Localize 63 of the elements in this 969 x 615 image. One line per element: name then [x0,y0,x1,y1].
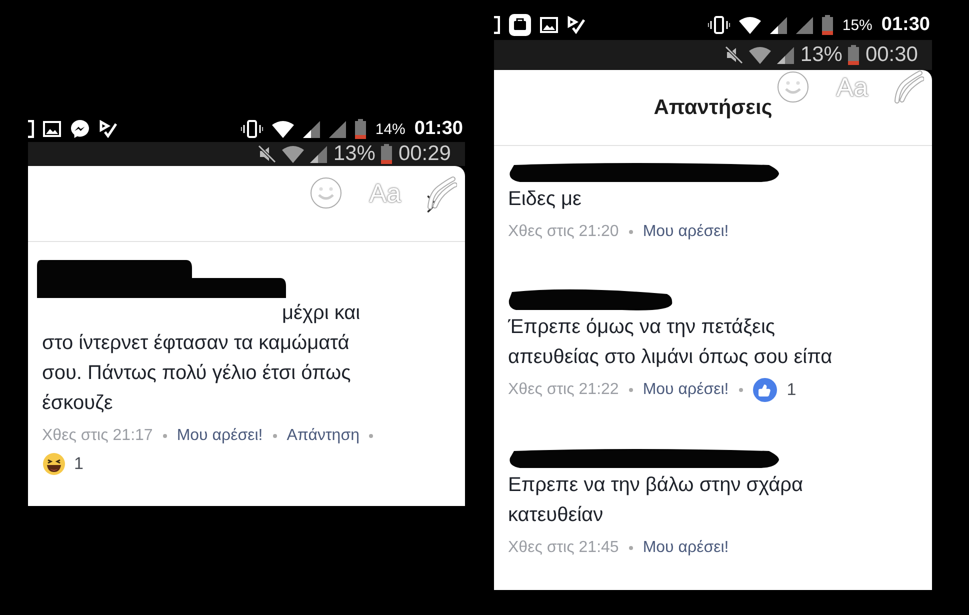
check-icon [99,120,117,138]
battery-level: 14% [375,120,406,138]
smiley-icon[interactable] [776,70,810,104]
comment-text: Έπρεπε όμως να την πετάξεις απευθείας στο λιμάνι όπως σου είπα [508,315,834,370]
reaction-count: 1 [786,380,796,400]
laughing-emoji-icon [42,452,66,476]
pen-icon[interactable] [427,176,457,210]
signal-icon [777,46,794,64]
wifi-icon [739,16,762,34]
signal-icon [770,16,788,34]
battery-icon [848,45,860,66]
smiley-icon[interactable] [309,176,344,210]
comment-text: Επρεπε να την βάλω στην σχάρα κατευθείαν [508,473,804,528]
separator-dot [628,546,633,550]
image-icon [540,17,558,34]
vibrate-icon [708,16,730,34]
like-reaction-icon [752,378,777,402]
battery-icon [381,144,392,164]
comment-action-link[interactable]: Μου αρέσει! [176,427,263,445]
chat-bubble-icon [70,119,90,139]
comment-text: Ειδες με [508,187,582,212]
battery-icon [822,15,834,36]
clock-time: 01:30 [881,14,930,36]
page-title: Απαντήσεις [654,96,772,120]
briefcase-icon [509,14,531,36]
vibrate-icon [241,120,264,138]
separator-dot [272,434,277,438]
signal-icon [303,120,320,138]
wifi-icon [282,146,304,162]
battery-level: 15% [842,16,872,34]
comment-time: Χθες στις 21:45 [508,539,619,557]
check-icon [567,16,585,34]
comment-action-link[interactable]: Απάντηση [286,427,360,445]
comment-action-link[interactable]: Μου αρέσει! [642,381,729,399]
separator-dot [369,434,374,438]
reaction-count: 1 [74,454,84,474]
comment-time: Χθες στις 21:20 [508,223,619,241]
wifi-icon [749,46,772,64]
signal-icon [329,120,346,138]
battery-level: 13% [333,142,376,166]
comment-action-link[interactable]: Μου αρέσει! [642,223,729,241]
separator-dot [628,388,633,392]
wifi-icon [272,120,294,138]
mute-icon [258,145,276,163]
signal-icon [310,146,328,162]
clock-time: 00:29 [398,142,451,166]
comment-time: Χθες στις 21:17 [42,427,153,445]
battery-level: 13% [800,43,842,68]
clock-time: 00:30 [865,43,918,68]
comment-time: Χθες στις 21:22 [508,381,619,399]
signal-icon [796,16,814,34]
comment-action-link[interactable]: Μου αρέσει! [642,539,729,557]
battery-icon [355,119,366,139]
comment-text: μέχρι και στο ίντερνετ έφτασαν τα καμώματά σου. Πάντως πολύ γέλιο έτσι όπως έσκουζε [42,301,362,416]
separator-dot [162,434,167,438]
image-icon [43,121,61,137]
pen-icon[interactable] [894,70,924,104]
mute-icon [725,46,744,64]
separator-dot [738,388,743,392]
separator-dot [628,230,633,234]
notification-icon [494,16,500,34]
notification-icon [28,120,34,138]
clock-time: 01:30 [414,118,463,140]
